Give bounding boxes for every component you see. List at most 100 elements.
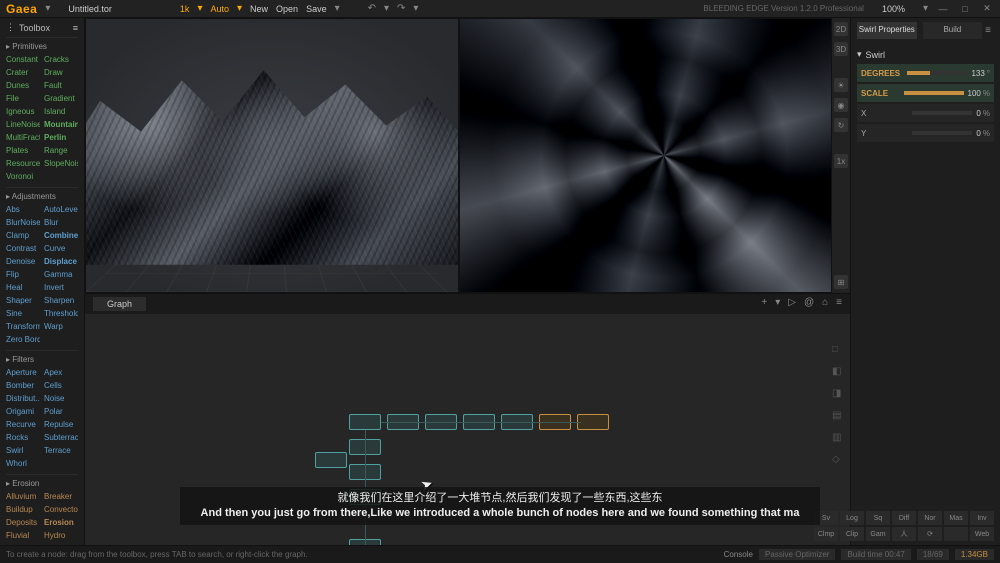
tool-recurve[interactable]: Recurve: [6, 418, 40, 431]
auto-caret[interactable]: ▾: [237, 3, 242, 14]
tool-erosion[interactable]: Erosion: [44, 516, 78, 529]
prop-slider[interactable]: [907, 71, 967, 75]
tool-contrast[interactable]: Contrast: [6, 242, 40, 255]
tool-island[interactable]: Island: [44, 105, 78, 118]
graph-tab[interactable]: Graph: [93, 297, 146, 311]
window-minimize[interactable]: —: [936, 4, 950, 14]
tool-displace[interactable]: Displace: [44, 255, 78, 268]
brp-log[interactable]: Log: [840, 511, 864, 525]
tool-subterrace[interactable]: Subterrace: [44, 431, 78, 444]
tool-apex[interactable]: Apex: [44, 366, 78, 379]
tool-range[interactable]: Range: [44, 144, 78, 157]
tool-constant[interactable]: Constant: [6, 53, 40, 66]
undo-caret[interactable]: ▾: [384, 3, 389, 14]
tool-autolevel[interactable]: AutoLevel: [44, 203, 78, 216]
tool-multifractal[interactable]: MultiFractal: [6, 131, 40, 144]
zoom-level[interactable]: 100%: [882, 4, 905, 14]
tool-mountain[interactable]: Mountain: [44, 118, 78, 131]
redo-icon[interactable]: ↷: [397, 3, 405, 14]
brp-diff[interactable]: Diff: [892, 511, 916, 525]
graph-caret[interactable]: ▾: [775, 297, 780, 308]
tab-build[interactable]: Build: [923, 22, 983, 39]
vp-btn-refresh[interactable]: ↻: [834, 118, 848, 132]
tool-igneous[interactable]: Igneous: [6, 105, 40, 118]
vp-btn-1x[interactable]: 1x: [834, 154, 848, 168]
tool-blurnoise[interactable]: BlurNoise: [6, 216, 40, 229]
tool-plates[interactable]: Plates: [6, 144, 40, 157]
toolbox-menu-icon[interactable]: ≡: [73, 23, 78, 33]
tool-warp[interactable]: Warp: [44, 320, 78, 333]
tool-fault[interactable]: Fault: [44, 79, 78, 92]
brp-sq[interactable]: Sq: [866, 511, 890, 525]
tool-crater[interactable]: Crater: [6, 66, 40, 79]
tool-hydro[interactable]: Hydro: [44, 529, 78, 542]
vp-btn-3d[interactable]: 3D: [834, 42, 848, 56]
auto-mode[interactable]: Auto: [210, 4, 229, 14]
viewport-3d-left[interactable]: [85, 18, 459, 293]
vp-btn-eye[interactable]: ◉: [834, 98, 848, 112]
category-filters[interactable]: ▸ Filters: [6, 350, 78, 366]
app-menu-caret[interactable]: ▾: [45, 3, 50, 14]
tool-sharpen[interactable]: Sharpen: [44, 294, 78, 307]
graph-menu-icon[interactable]: ≡: [836, 297, 842, 308]
prop-group-title[interactable]: ▾ Swirl: [857, 45, 994, 64]
vp-btn-sun[interactable]: ☀: [834, 78, 848, 92]
graph-at-icon[interactable]: @: [804, 297, 814, 308]
tool-gamma[interactable]: Gamma: [44, 268, 78, 281]
prop-slider[interactable]: [904, 91, 964, 95]
category-adjustments[interactable]: ▸ Adjustments: [6, 187, 78, 203]
tool-buildup[interactable]: Buildup: [6, 503, 40, 516]
gsi-fit[interactable]: □: [832, 344, 844, 356]
graph-node-active[interactable]: [577, 414, 609, 430]
tool-denoise[interactable]: Denoise: [6, 255, 40, 268]
tool-noise[interactable]: Noise: [44, 392, 78, 405]
tool-gradient[interactable]: Gradient: [44, 92, 78, 105]
tool-whorl[interactable]: Whorl: [6, 457, 40, 470]
vp-btn-grid[interactable]: ⊞: [834, 275, 848, 289]
tool-slopenoise[interactable]: SlopeNoise: [44, 157, 78, 170]
prop-row-y[interactable]: Y0%: [857, 124, 994, 142]
brp-web[interactable]: Web: [970, 527, 994, 541]
gsi-zoom[interactable]: ◧: [832, 366, 844, 378]
tool-fluvial[interactable]: Fluvial: [6, 529, 40, 542]
tool-threshold[interactable]: Threshold: [44, 307, 78, 320]
graph-play-icon[interactable]: ▷: [788, 297, 796, 308]
graph-add-icon[interactable]: +: [761, 297, 767, 308]
tool-shaper[interactable]: Shaper: [6, 294, 40, 307]
prop-row-degrees[interactable]: DEGREES133°: [857, 64, 994, 82]
tool-breaker[interactable]: Breaker: [44, 490, 78, 503]
brp-⟳[interactable]: ⟳: [918, 527, 942, 541]
res-caret[interactable]: ▾: [197, 3, 202, 14]
tool-voronoi[interactable]: Voronoi: [6, 170, 40, 183]
tool-zero bord..[interactable]: Zero Bord..: [6, 333, 40, 346]
tool-dunes[interactable]: Dunes: [6, 79, 40, 92]
graph-node[interactable]: [315, 452, 347, 468]
category-primitives[interactable]: ▸ Primitives: [6, 37, 78, 53]
menu-new[interactable]: New: [250, 4, 268, 14]
save-caret[interactable]: ▾: [335, 3, 340, 14]
brp-inv[interactable]: Inv: [970, 511, 994, 525]
menu-open[interactable]: Open: [276, 4, 298, 14]
tool-transform[interactable]: Transform: [6, 320, 40, 333]
tool-aperture[interactable]: Aperture: [6, 366, 40, 379]
tool-swirl[interactable]: Swirl: [6, 444, 40, 457]
gsi-c[interactable]: ◇: [832, 454, 844, 466]
tool-cells[interactable]: Cells: [44, 379, 78, 392]
prop-row-x[interactable]: X0%: [857, 104, 994, 122]
resolution[interactable]: 1k: [180, 4, 190, 14]
tool-convector[interactable]: Convector: [44, 503, 78, 516]
graph-home-icon[interactable]: ⌂: [822, 297, 828, 308]
tool-polar[interactable]: Polar: [44, 405, 78, 418]
tool-file[interactable]: File: [6, 92, 40, 105]
gsi-a[interactable]: ▤: [832, 410, 844, 422]
toolbox-header[interactable]: ⋮ Toolbox ≡: [6, 22, 78, 33]
tool-origami[interactable]: Origami: [6, 405, 40, 418]
tool-blur[interactable]: Blur: [44, 216, 78, 229]
tool-sine[interactable]: Sine: [6, 307, 40, 320]
brp-clmp[interactable]: Clmp: [814, 527, 838, 541]
brp-clip[interactable]: Clip: [840, 527, 864, 541]
redo-caret[interactable]: ▾: [413, 3, 418, 14]
tool-rocks[interactable]: Rocks: [6, 431, 40, 444]
brp-mas[interactable]: Mas: [944, 511, 968, 525]
tool-repulse[interactable]: Repulse: [44, 418, 78, 431]
